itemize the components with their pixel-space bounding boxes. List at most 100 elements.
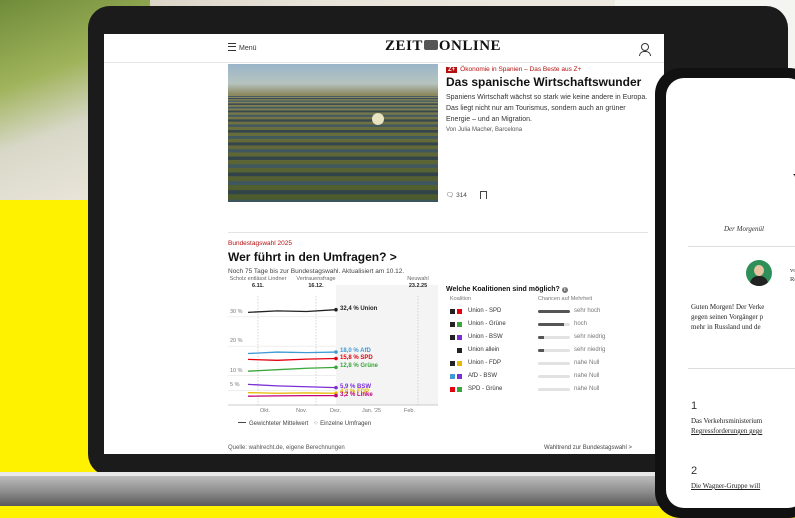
coalition-rows: Union - SPD sehr hoch Union - Grüne hoch Uni…	[446, 306, 651, 397]
series-line-bsw	[247, 383, 337, 389]
mirror-row	[228, 199, 438, 202]
intro-line: gegen seinen Vorgänger p	[691, 313, 764, 321]
chevron-right-icon: >	[389, 250, 397, 264]
author-avatar	[746, 260, 772, 286]
section-title-text: Wer führt in den Umfragen?	[228, 250, 387, 264]
y-tick-label: 30 %	[230, 308, 243, 315]
news-item-link[interactable]: Regressforderungen gege	[691, 427, 762, 435]
annotation-text: Scholz entlässt Lindner	[229, 276, 287, 282]
mirror-row	[228, 190, 438, 195]
news-item[interactable]: Die Wagner-Gruppe will	[691, 481, 760, 491]
chart-annotation: Neuwahl 23.2.25	[388, 276, 448, 290]
series-label: 3,2 % Linke	[340, 391, 373, 398]
chevron-right-icon: >	[628, 445, 633, 451]
coalition-panel: Welche Koalitionen sind möglich? i Koalit…	[446, 286, 651, 397]
chance-label: nahe Null	[574, 386, 600, 392]
chance-bar	[538, 310, 570, 313]
chance-bar	[538, 349, 570, 352]
x-tick-label: Nov.	[296, 408, 307, 414]
section-subtitle: Noch 75 Tage bis zur Bundestagswahl. Akt…	[228, 268, 405, 275]
legend-weighted: Gewichteter Mittelwert	[249, 421, 309, 427]
x-tick-label: Feb.	[404, 408, 416, 414]
series-end-point	[334, 393, 338, 398]
x-tick-label: Dez.	[330, 408, 342, 414]
annotation-text: Neuwahl	[407, 276, 429, 282]
article-image[interactable]	[228, 64, 438, 202]
comments-link[interactable]: 🗨 314	[446, 191, 467, 199]
comment-icon: 🗨	[446, 192, 455, 199]
coalition-name: AfD - BSW	[468, 373, 498, 379]
kicker-text: Ökonomie in Spanien – Das Beste aus Z+	[460, 66, 582, 73]
chance-label: nahe Null	[574, 373, 600, 379]
series-line-fdp	[247, 391, 337, 394]
chart-source: Quelle: wahlrecht.de, eigene Berechnunge…	[228, 445, 345, 451]
mirror-row	[228, 181, 438, 185]
article-teaser[interactable]: Spaniens Wirtschaft wächst so stark wie …	[446, 92, 651, 125]
chance-bar-fill	[538, 349, 545, 352]
chart-annotation: Scholz entlässt Lindner 6.11.	[228, 276, 288, 290]
series-label: 18,0 % AfD	[340, 348, 371, 355]
party-swatch	[450, 322, 455, 327]
annotation-text: Vertrauensfrage	[296, 276, 336, 282]
chance-label: sehr niedrig	[574, 334, 606, 340]
coalition-title: Welche Koalitionen sind möglich? i	[446, 286, 651, 293]
coalition-name: Union allein	[468, 347, 500, 353]
party-swatch	[457, 387, 462, 392]
logo-text-right: ONLINE	[438, 38, 502, 54]
party-swatch	[450, 361, 455, 366]
section-title[interactable]: Wer führt in den Umfragen? >	[228, 250, 397, 264]
info-icon[interactable]: i	[561, 287, 568, 293]
party-swatch	[450, 387, 455, 392]
coalition-name: Union - FDP	[468, 360, 502, 366]
news-item-line: Das Verkehrsministerium	[691, 417, 763, 425]
zeit-online-logo[interactable]: ZEIT ONLINE	[385, 38, 501, 55]
mirror-row	[228, 136, 438, 139]
laptop-screen: Menü ZEIT ONLINE Z+ Ökonomie in Spanien – …	[104, 34, 664, 454]
divider	[688, 246, 795, 247]
scatter-dots-icon: ⁘	[313, 421, 319, 427]
article-title[interactable]: Das spanische Wirtschaftswunder	[446, 75, 641, 89]
coalition-name: Union - BSW	[468, 334, 503, 340]
mirror-row	[228, 149, 438, 153]
news-item-link[interactable]: Die Wagner-Gruppe will	[691, 482, 760, 490]
chance-label: hoch	[574, 321, 588, 327]
intro-text: Guten Morgen! Der Verke gegen seinen Vor…	[691, 302, 795, 332]
coalition-name: Union - Grüne	[468, 321, 506, 327]
poll-chart: Gewichteter Mittelwert ⁘ Einzelne Umfrag…	[228, 276, 438, 445]
divider	[228, 232, 648, 233]
mirror-row	[228, 110, 438, 113]
mirror-row	[228, 142, 438, 146]
user-icon[interactable]	[639, 43, 651, 56]
series-end-point	[334, 350, 338, 354]
x-tick-label: Jan. '25	[362, 408, 382, 414]
party-swatch	[450, 309, 455, 314]
chance-bar	[538, 323, 570, 326]
trend-link[interactable]: Wahltrend zur Bundestagswahl >	[544, 445, 632, 451]
zplus-badge: Z+	[446, 67, 458, 73]
series-label: 32,4 % Union	[340, 305, 378, 312]
coalition-row: Union - Grüne hoch	[446, 319, 651, 332]
coalition-row: Union - FDP nahe Null	[446, 358, 651, 371]
mirror-row	[228, 103, 438, 105]
byline-line-1: vo	[790, 267, 795, 274]
annotation-date: 23.2.25	[408, 283, 428, 289]
menu-button[interactable]: Menü	[228, 43, 257, 52]
chance-bar	[538, 362, 570, 365]
site-header: Menü ZEIT ONLINE	[104, 34, 664, 63]
series-line-afd	[247, 351, 337, 355]
news-item[interactable]: Das Verkehrsministerium Regressforderung…	[691, 416, 762, 436]
series-line-union	[247, 309, 337, 314]
series-label: 12,8 % Grüne	[340, 363, 379, 370]
col-coalition: Koalition	[450, 296, 472, 302]
chance-bar-fill	[538, 336, 545, 339]
poll-chart-svg	[228, 285, 438, 406]
section-kicker: Bundestagswahl 2025	[228, 240, 292, 247]
bookmark-icon[interactable]	[480, 191, 487, 199]
coalition-row: Union allein sehr niedrig	[446, 345, 651, 358]
party-swatch	[457, 322, 462, 327]
coalition-row: Union - SPD sehr hoch	[446, 306, 651, 319]
party-swatch	[457, 348, 462, 353]
series-line-linke	[247, 394, 336, 397]
mirror-row	[228, 172, 438, 177]
mirror-row	[228, 164, 438, 168]
